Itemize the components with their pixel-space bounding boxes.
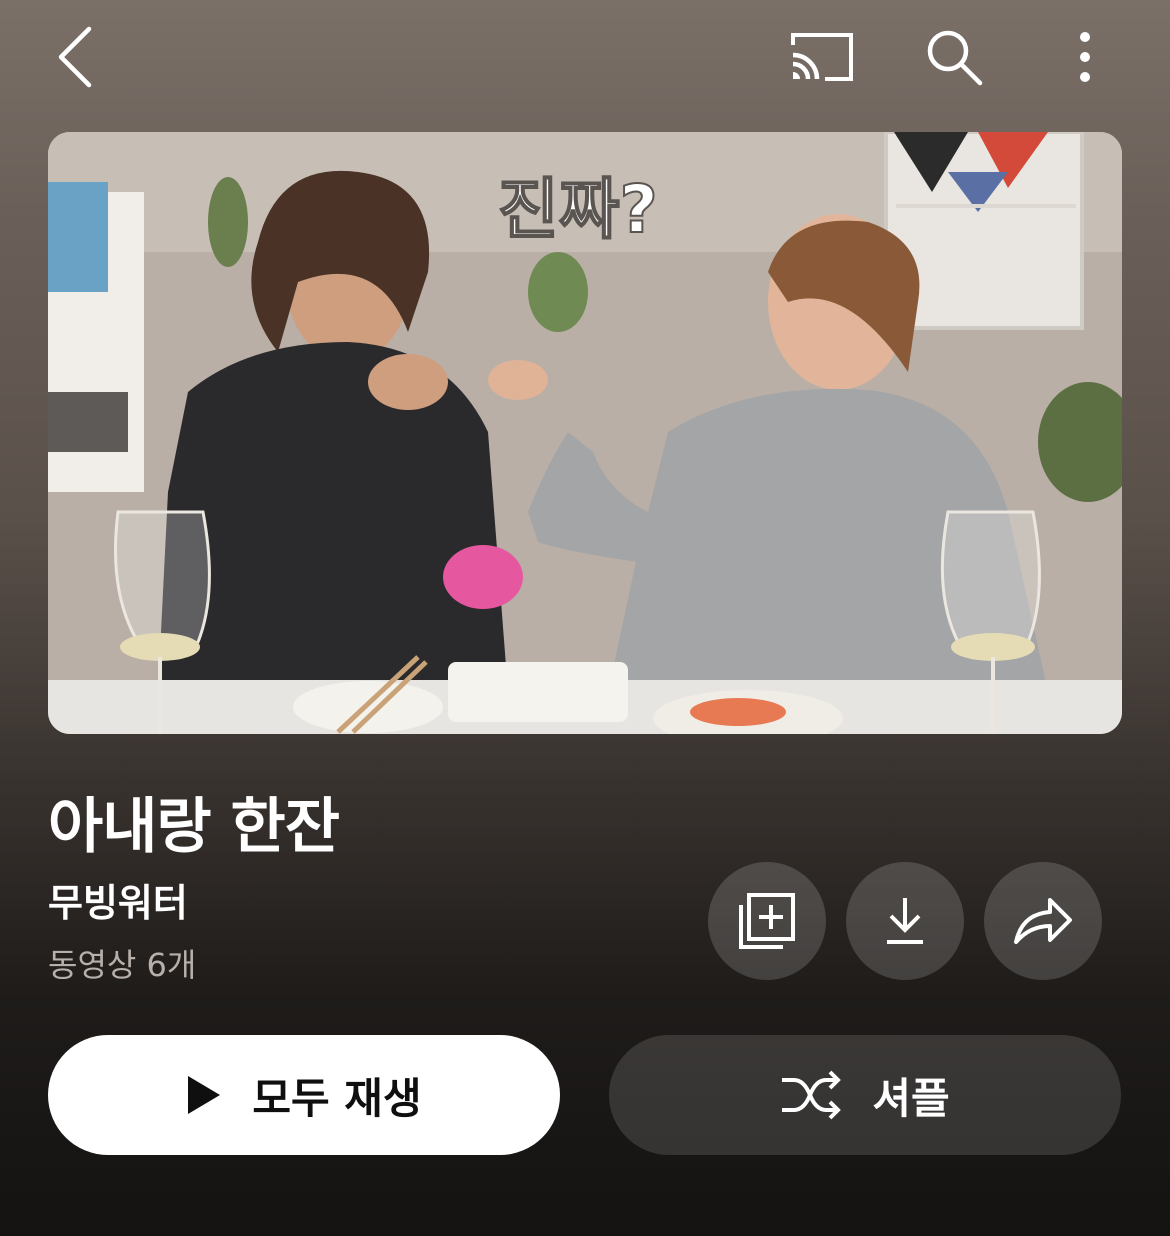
share-icon: [1014, 898, 1072, 944]
add-to-library-icon: [739, 893, 795, 949]
video-count: 동영상 6개: [48, 946, 197, 984]
top-app-bar: [0, 0, 1170, 112]
shuffle-label: 셔플: [872, 1073, 950, 1123]
playlist-thumbnail[interactable]: 진짜?: [48, 132, 1122, 734]
playlist-title: 아내랑 한잔: [48, 792, 340, 862]
chevron-left-icon: [58, 26, 92, 88]
download-button[interactable]: [846, 862, 964, 980]
shuffle-button[interactable]: 셔플: [609, 1035, 1121, 1155]
search-icon: [927, 30, 983, 86]
thumbnail-scene: 진짜?: [48, 132, 1122, 734]
back-button[interactable]: [40, 22, 110, 92]
channel-name[interactable]: 무빙워터: [48, 872, 188, 927]
cast-button[interactable]: [782, 22, 862, 92]
thumbnail-caption: 진짜?: [498, 171, 658, 248]
play-all-label: 모두 재생: [252, 1073, 422, 1123]
more-vertical-icon: [1080, 32, 1090, 82]
play-icon: [188, 1076, 221, 1114]
share-button[interactable]: [984, 862, 1102, 980]
cast-icon: [791, 33, 853, 81]
save-to-library-button[interactable]: [708, 862, 826, 980]
play-all-button[interactable]: 모두 재생: [48, 1035, 560, 1155]
more-options-button[interactable]: [1050, 22, 1120, 92]
download-icon: [887, 898, 923, 944]
shuffle-icon: [782, 1070, 842, 1120]
search-button[interactable]: [918, 22, 990, 92]
